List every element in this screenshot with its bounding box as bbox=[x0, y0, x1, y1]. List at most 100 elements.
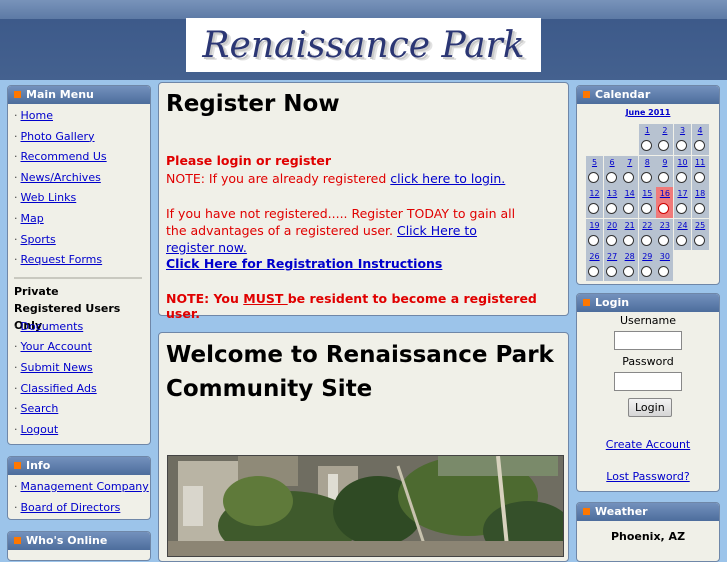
calendar-day[interactable]: 14 bbox=[621, 187, 639, 218]
calendar-day[interactable]: 29 bbox=[638, 250, 656, 281]
calendar-event-circle-icon[interactable] bbox=[676, 234, 687, 246]
calendar-day-number[interactable]: 16 bbox=[656, 189, 673, 198]
calendar-event-circle-icon[interactable] bbox=[605, 266, 617, 277]
calendar-day-number[interactable]: 15 bbox=[639, 189, 656, 198]
calendar-day-number[interactable]: 13 bbox=[604, 189, 621, 198]
calendar-day-number[interactable]: 2 bbox=[656, 126, 673, 135]
calendar-day[interactable]: 7 bbox=[621, 155, 639, 187]
login-link[interactable]: click here to login. bbox=[390, 171, 505, 186]
calendar-event-circle-icon[interactable] bbox=[658, 234, 670, 246]
calendar-day-number[interactable]: 10 bbox=[674, 158, 691, 167]
calendar-day[interactable]: 30 bbox=[656, 250, 674, 281]
calendar-day-number[interactable]: 29 bbox=[639, 252, 656, 261]
calendar-day-number[interactable]: 6 bbox=[604, 158, 621, 167]
calendar-day-number[interactable]: 5 bbox=[586, 158, 603, 167]
calendar-day-number[interactable]: 9 bbox=[656, 158, 673, 167]
calendar-day[interactable]: 6 bbox=[603, 155, 621, 187]
menu-link-submit-news[interactable]: Submit News bbox=[21, 361, 93, 374]
calendar-day-number[interactable]: 21 bbox=[621, 221, 638, 230]
menu-link-news-archives[interactable]: News/Archives bbox=[21, 171, 101, 184]
calendar-event-circle-icon[interactable] bbox=[588, 203, 599, 214]
lost-password-link[interactable]: Lost Password? bbox=[577, 470, 719, 483]
menu-link-web-links[interactable]: Web Links bbox=[21, 191, 77, 204]
calendar-day[interactable]: 12 bbox=[586, 187, 603, 218]
calendar-event-circle-icon[interactable] bbox=[676, 171, 687, 183]
calendar-day[interactable]: 28 bbox=[621, 250, 639, 281]
registration-instructions-link[interactable]: Click Here for Registration Instructions bbox=[166, 256, 442, 271]
calendar-event-circle-icon[interactable] bbox=[658, 171, 670, 183]
calendar-day[interactable]: 3 bbox=[674, 124, 691, 155]
calendar-event-circle-icon[interactable] bbox=[588, 266, 599, 277]
calendar-event-circle-icon[interactable] bbox=[693, 140, 705, 151]
calendar-day[interactable]: 27 bbox=[603, 250, 621, 281]
calendar-day-number[interactable]: 4 bbox=[692, 126, 709, 135]
menu-link-classified-ads[interactable]: Classified Ads bbox=[21, 382, 97, 395]
calendar-event-circle-icon[interactable] bbox=[623, 266, 635, 277]
calendar-event-circle-icon[interactable] bbox=[605, 234, 617, 246]
calendar-day[interactable]: 9 bbox=[656, 155, 674, 187]
menu-link-logout[interactable]: Logout bbox=[21, 423, 59, 436]
calendar-event-circle-icon[interactable] bbox=[676, 203, 687, 214]
calendar-event-circle-icon[interactable] bbox=[640, 140, 652, 151]
calendar-day-number[interactable]: 20 bbox=[604, 221, 621, 230]
calendar-day[interactable]: 19 bbox=[586, 218, 603, 250]
calendar-event-circle-icon[interactable] bbox=[658, 140, 670, 151]
calendar-day-number[interactable]: 19 bbox=[586, 221, 603, 230]
password-input[interactable] bbox=[614, 372, 682, 391]
calendar-day[interactable]: 2 bbox=[656, 124, 674, 155]
menu-link-request-forms[interactable]: Request Forms bbox=[21, 253, 103, 266]
calendar-event-circle-icon[interactable] bbox=[605, 171, 617, 183]
calendar-day[interactable]: 24 bbox=[674, 218, 691, 250]
calendar-day-number[interactable]: 24 bbox=[674, 221, 691, 230]
login-button[interactable]: Login bbox=[628, 398, 672, 417]
calendar-day-number[interactable]: 11 bbox=[692, 158, 709, 167]
calendar-event-circle-icon[interactable] bbox=[658, 266, 670, 277]
menu-link-search[interactable]: Search bbox=[21, 402, 59, 415]
calendar-event-circle-icon[interactable] bbox=[623, 203, 635, 214]
calendar-day-number[interactable]: 7 bbox=[621, 158, 638, 167]
calendar-month-link[interactable]: June 2011 bbox=[577, 108, 719, 117]
calendar-event-circle-icon[interactable] bbox=[693, 171, 705, 183]
calendar-event-circle-icon[interactable] bbox=[640, 266, 652, 277]
calendar-event-circle-icon[interactable] bbox=[640, 203, 652, 214]
calendar-day-number[interactable]: 8 bbox=[639, 158, 656, 167]
calendar-day[interactable]: 10 bbox=[674, 155, 691, 187]
menu-link-map[interactable]: Map bbox=[21, 212, 44, 225]
calendar-day[interactable]: 15 bbox=[638, 187, 656, 218]
calendar-event-circle-icon[interactable] bbox=[605, 203, 617, 214]
calendar-day-number[interactable]: 27 bbox=[604, 252, 621, 261]
menu-link-photo-gallery[interactable]: Photo Gallery bbox=[21, 130, 95, 143]
site-logo[interactable]: Renaissance Park bbox=[186, 18, 541, 72]
calendar-event-circle-icon[interactable] bbox=[640, 234, 652, 246]
calendar-day-number[interactable]: 14 bbox=[621, 189, 638, 198]
calendar-day[interactable]: 17 bbox=[674, 187, 691, 218]
calendar-day[interactable]: 25 bbox=[691, 218, 709, 250]
calendar-day[interactable]: 16 bbox=[656, 187, 674, 218]
calendar-day[interactable]: 22 bbox=[638, 218, 656, 250]
calendar-day-number[interactable]: 30 bbox=[656, 252, 673, 261]
calendar-day[interactable]: 23 bbox=[656, 218, 674, 250]
calendar-day[interactable]: 11 bbox=[691, 155, 709, 187]
calendar-event-circle-icon[interactable] bbox=[658, 203, 670, 214]
calendar-day[interactable]: 18 bbox=[691, 187, 709, 218]
calendar-day-number[interactable]: 12 bbox=[586, 189, 603, 198]
info-link-management-company[interactable]: Management Company bbox=[21, 480, 149, 493]
calendar-event-circle-icon[interactable] bbox=[623, 234, 635, 246]
calendar-day-number[interactable]: 23 bbox=[656, 221, 673, 230]
calendar-day-number[interactable]: 18 bbox=[692, 189, 709, 198]
menu-link-sports[interactable]: Sports bbox=[21, 233, 56, 246]
calendar-day-number[interactable]: 22 bbox=[639, 221, 656, 230]
calendar-day[interactable]: 5 bbox=[586, 155, 603, 187]
calendar-day-number[interactable]: 1 bbox=[639, 126, 656, 135]
calendar-day[interactable]: 1 bbox=[638, 124, 656, 155]
calendar-day-number[interactable]: 28 bbox=[621, 252, 638, 261]
calendar-day-number[interactable]: 3 bbox=[674, 126, 691, 135]
calendar-day[interactable]: 4 bbox=[691, 124, 709, 155]
calendar-day[interactable]: 13 bbox=[603, 187, 621, 218]
username-input[interactable] bbox=[614, 331, 682, 350]
calendar-event-circle-icon[interactable] bbox=[693, 234, 705, 246]
calendar-event-circle-icon[interactable] bbox=[623, 171, 635, 183]
calendar-day-number[interactable]: 25 bbox=[692, 221, 709, 230]
info-link-board-of-directors[interactable]: Board of Directors bbox=[21, 501, 121, 514]
calendar-event-circle-icon[interactable] bbox=[640, 171, 652, 183]
